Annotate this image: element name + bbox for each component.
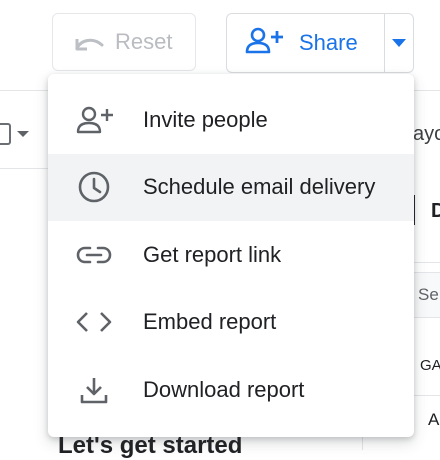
- share-label: Share: [299, 30, 358, 55]
- share-button[interactable]: Share: [227, 14, 384, 72]
- menu-item-invite-people[interactable]: Invite people: [48, 86, 414, 154]
- menu-item-get-report-link[interactable]: Get report link: [48, 221, 414, 289]
- right-panel-search-placeholder: Se: [418, 285, 439, 304]
- right-panel-section-label: GA: [420, 357, 440, 374]
- download-icon: [74, 370, 114, 410]
- person-add-icon: [245, 26, 285, 60]
- layout-icon: [0, 123, 11, 145]
- reset-button[interactable]: Reset: [52, 13, 196, 71]
- menu-item-schedule-email-delivery[interactable]: Schedule email delivery: [48, 153, 414, 221]
- clock-icon: [74, 167, 114, 207]
- menu-item-download-report[interactable]: Download report: [48, 356, 414, 424]
- share-menu: Invite people Schedule email delivery Ge…: [48, 74, 414, 437]
- layout-tool-button[interactable]: [0, 114, 48, 154]
- caret-down-icon: [17, 131, 29, 137]
- menu-item-label: Invite people: [143, 106, 268, 132]
- right-panel-item[interactable]: A: [428, 410, 439, 430]
- menu-item-label: Embed report: [143, 309, 277, 335]
- link-icon: [74, 235, 114, 275]
- right-panel-title: D: [431, 200, 440, 222]
- menu-item-label: Schedule email delivery: [143, 174, 376, 200]
- share-dropdown-button[interactable]: [385, 14, 413, 72]
- right-panel-tab[interactable]: ayo: [413, 123, 440, 146]
- undo-icon: [71, 31, 105, 53]
- code-icon: [74, 302, 114, 342]
- menu-item-label: Download report: [143, 376, 305, 402]
- menu-item-label: Get report link: [143, 241, 282, 267]
- left-panel-divider: [0, 168, 48, 169]
- person-add-icon: [74, 100, 114, 140]
- share-button-group: Share: [226, 13, 414, 73]
- caret-down-icon: [392, 34, 406, 52]
- menu-item-embed-report[interactable]: Embed report: [48, 289, 414, 357]
- reset-label: Reset: [115, 29, 173, 54]
